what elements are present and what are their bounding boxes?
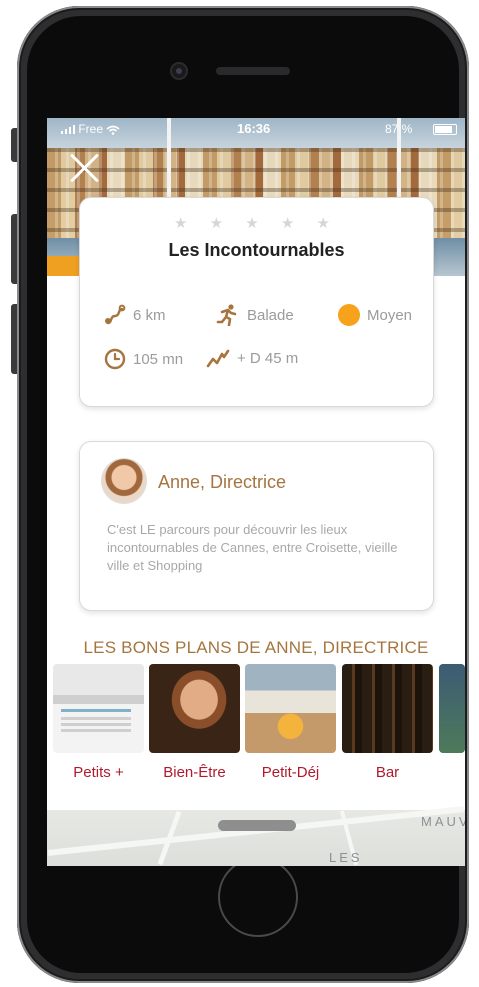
carrier-label: Free [61,122,120,136]
wifi-icon [106,125,120,135]
route-title: Les Incontournables [168,240,345,260]
battery-icon [433,124,457,135]
plan-item-petits[interactable]: Petits + [53,664,144,781]
walker-icon [216,304,237,326]
battery-percent: 87 % [385,122,413,136]
duration-value: 105 mn [133,350,184,368]
section-title: LES BONS PLANS DE ANNE, DIRECTRICE [83,638,429,657]
plan-label: Petits + [73,764,124,781]
mute-switch [11,128,17,162]
front-camera [172,64,186,78]
activity-stat: Balade [216,304,294,326]
map-preview[interactable]: MAUV LES [47,806,465,866]
author-name: Anne, Directrice [158,472,287,492]
author-description: C'est LE parcours pour découvrir les lie… [107,522,398,573]
plan-thumbnail [439,664,465,753]
volume-down-button [11,304,17,374]
elevation-stat: + D 45 m [206,348,298,368]
drawer-handle[interactable] [218,820,296,831]
plan-item-partial[interactable]: De [439,664,465,753]
distance-stat: 6 km [104,304,166,326]
level-dot [338,304,360,326]
clock-time: 16:36 [237,121,271,136]
route-icon [105,304,126,325]
signal-icon [61,125,75,135]
plan-label: Petit-Déj [261,764,320,781]
plan-item-bar[interactable]: Bar [342,664,433,781]
clock-icon [104,348,126,370]
plan-thumbnail [53,664,144,753]
distance-value: 6 km [133,306,166,324]
volume-up-button [11,214,17,284]
plan-label: Bien-Être [163,764,226,781]
earpiece-speaker [216,67,290,75]
close-icon[interactable] [67,151,101,185]
plan-item-bien-etre[interactable]: Bien-Être [149,664,240,781]
map-label: LES [329,850,363,865]
plan-thumbnail [245,664,336,753]
level-value: Moyen [367,306,413,324]
rating-stars[interactable]: ★ ★ ★ ★ ★ [80,214,433,232]
app-screen: Free 16:36 87 % ★ ★ ★ ★ ★ Les Incontourn… [47,118,465,866]
plan-label: Bar [375,764,400,781]
plan-thumbnail [342,664,433,753]
author-card[interactable]: Anne, Directrice C'est LE parcours pour … [79,441,434,611]
home-button[interactable] [218,857,298,937]
status-bar: Free 16:36 87 % [47,118,465,140]
elevation-value: + D 45 m [237,349,299,367]
level-stat: Moyen [338,304,412,326]
activity-value: Balade [247,306,294,324]
avatar [102,459,146,503]
plan-item-petit-dej[interactable]: Petit-Déj [245,664,336,781]
plan-thumbnail [149,664,240,753]
elevation-icon [206,349,230,368]
route-card: ★ ★ ★ ★ ★ Les Incontournables 6 km Balad… [79,197,434,407]
duration-stat: 105 mn [104,348,183,370]
map-label: MAUV [421,814,465,829]
